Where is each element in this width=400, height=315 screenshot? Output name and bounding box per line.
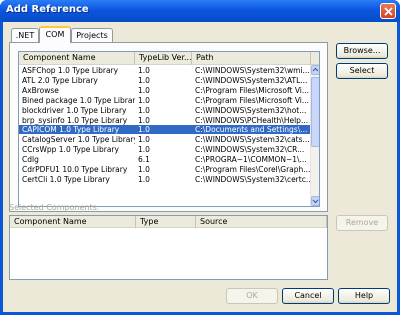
selected-components-list[interactable]: Component Name Type Source — [9, 215, 328, 280]
ok-button[interactable]: OK — [226, 288, 278, 304]
help-button[interactable]: Help — [338, 288, 390, 304]
scroll-down-icon — [312, 199, 319, 204]
table-row[interactable]: CertCli 1.0 Type Library 1.0 C:\WINDOWS\Sy… — [19, 175, 311, 184]
table-row[interactable]: CCrsWpp 1.0 Type Library 1.0 C:\WINDOWS\Sy… — [19, 145, 311, 154]
cell-path: C:\WINDOWS\System32\CR... — [195, 145, 305, 155]
window-title: Add Reference — [6, 4, 89, 15]
tab-label: Projects — [76, 31, 108, 40]
tab-label: .NET — [15, 31, 35, 40]
cell-version: 1.0 — [138, 174, 150, 184]
cell-name: Cdlg — [22, 155, 39, 165]
table-row[interactable]: CAPICOM 1.0 Type Library 1.0 C:\Documents … — [19, 125, 311, 135]
com-tab-panel: Component Name TypeLib Ver... Path ASFCh… — [9, 42, 328, 212]
cell-name: CdrPDFU1 10.0 Type Library — [22, 165, 128, 174]
column-header-source[interactable]: Source — [196, 216, 327, 228]
cell-name: blockdriver 1.0 Type Library — [22, 105, 127, 115]
cell-name: brp_sysinfo 1.0 Type Library — [22, 115, 128, 125]
cell-path: C:\WINDOWS\System32\wmi... — [195, 66, 310, 75]
browse-button[interactable]: Browse... — [336, 43, 388, 59]
vertical-scrollbar[interactable] — [310, 65, 319, 206]
table-row[interactable]: Bined package 1.0 Type Library 1.0 C:\Prog… — [19, 96, 311, 105]
cell-version: 1.0 — [138, 85, 150, 95]
cell-name: CAPICOM 1.0 Type Library — [22, 125, 120, 135]
column-header-component-name[interactable]: Component Name — [19, 52, 135, 65]
cell-name: CatalogServer 1.0 Type Library — [22, 135, 135, 145]
close-button[interactable] — [380, 3, 396, 19]
cell-version: 1.0 — [138, 95, 150, 105]
cell-name: ATL 2.0 Type Library — [22, 75, 98, 85]
cell-path: C:\Program Files\Microsoft Vi... — [195, 85, 310, 95]
selected-components-label: Selected Components: — [9, 203, 100, 212]
cell-path: C:\WINDOWS\System32\cats... — [195, 135, 310, 145]
selected-list-header: Component Name Type Source — [10, 216, 327, 228]
title-bar[interactable]: Add Reference — [0, 0, 400, 22]
cell-version: 1.0 — [138, 135, 150, 145]
column-header-component-name[interactable]: Component Name — [10, 216, 136, 228]
cell-path: C:\WINDOWS\System32\ATL... — [195, 75, 308, 85]
close-icon — [384, 7, 393, 16]
tab-projects[interactable]: Projects — [71, 28, 113, 43]
cell-version: 6.1 — [138, 155, 150, 165]
table-row[interactable]: blockdriver 1.0 Type Library 1.0 C:\WINDOW… — [19, 106, 311, 115]
table-row[interactable]: Cdlg 6.1 C:\PROGRA~1\COMMON~1\... — [19, 155, 311, 164]
cell-path: C:\WINDOWS\PCHealth\Help... — [195, 115, 309, 125]
tab-com[interactable]: COM — [39, 26, 71, 43]
cell-version: 1.0 — [138, 75, 150, 85]
cell-name: ASFChop 1.0 Type Library — [22, 66, 119, 75]
tab-label: COM — [45, 30, 65, 39]
dialog-body: .NET COM Projects Component Name TypeLib… — [3, 22, 397, 312]
cell-version: 1.0 — [138, 115, 150, 125]
cell-name: AxBrowse — [22, 85, 59, 95]
cell-path: C:\Program Files\Microsoft Vi... — [195, 95, 310, 105]
cell-path: C:\WINDOWS\System32\hot... — [195, 105, 307, 115]
remove-button[interactable]: Remove — [336, 215, 388, 231]
cell-path: C:\WINDOWS\System32\certc... — [195, 174, 311, 184]
add-reference-dialog: Add Reference .NET COM Projects Componen… — [0, 0, 400, 315]
scroll-thumb[interactable] — [311, 77, 319, 147]
table-row[interactable]: ASFChop 1.0 Type Library 1.0 C:\WINDOWS\Sy… — [19, 66, 311, 75]
scroll-down-button[interactable] — [311, 196, 319, 206]
column-header-typelib-version[interactable]: TypeLib Ver... — [135, 52, 192, 65]
tab-net[interactable]: .NET — [11, 28, 39, 43]
cell-path: C:\Program Files\Corel\Graph... — [195, 165, 311, 174]
cell-path: C:\PROGRA~1\COMMON~1\... — [195, 155, 307, 165]
table-row[interactable]: CdrPDFU1 10.0 Type Library 1.0 C:\Program … — [19, 165, 311, 174]
cell-version: 1.0 — [138, 105, 150, 115]
cell-name: CertCli 1.0 Type Library — [22, 174, 110, 184]
scroll-up-icon — [312, 67, 319, 72]
column-header-path[interactable]: Path — [192, 52, 311, 65]
cell-name: CCrsWpp 1.0 Type Library — [22, 145, 119, 155]
cell-version: 1.0 — [138, 66, 150, 75]
cell-version: 1.0 — [138, 145, 150, 155]
table-row[interactable]: brp_sysinfo 1.0 Type Library 1.0 C:\WINDOW… — [19, 116, 311, 125]
table-row[interactable]: CatalogServer 1.0 Type Library 1.0 C:\WIND… — [19, 135, 311, 144]
select-button[interactable]: Select — [336, 63, 388, 79]
components-list[interactable]: Component Name TypeLib Ver... Path ASFCh… — [18, 51, 320, 207]
table-row[interactable]: AxBrowse 1.0 C:\Program Files\Microsoft Vi… — [19, 86, 311, 95]
column-header-type[interactable]: Type — [136, 216, 196, 228]
list-header: Component Name TypeLib Ver... Path — [19, 52, 319, 65]
table-row[interactable]: ATL 2.0 Type Library 1.0 C:\WINDOWS\System… — [19, 76, 311, 85]
cell-version: 1.0 — [138, 125, 150, 135]
cancel-button[interactable]: Cancel — [282, 288, 334, 304]
cell-name: Bined package 1.0 Type Library — [22, 95, 135, 105]
cell-path: C:\Documents and Settings\... — [195, 125, 308, 135]
cell-version: 1.0 — [138, 165, 150, 174]
scroll-up-button[interactable] — [311, 65, 319, 75]
